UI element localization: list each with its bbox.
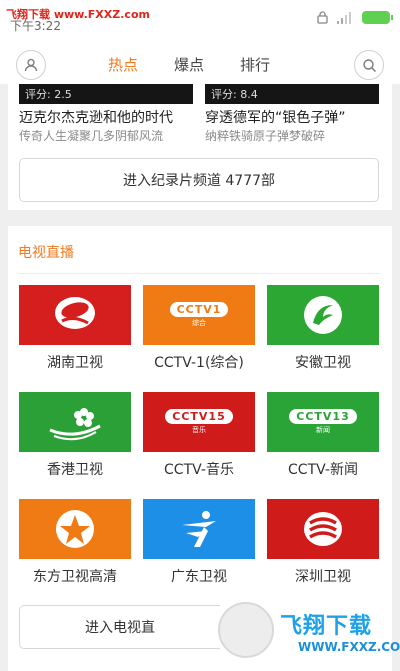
channel-logo	[19, 392, 131, 452]
channel-name: CCTV-音乐	[164, 462, 234, 478]
documentary-channel-button[interactable]: 进入纪录片频道 4777部	[19, 158, 379, 202]
cctv-logo-text: CCTV13	[289, 409, 357, 424]
cctv13-logo-icon: CCTV13 新闻	[289, 409, 357, 435]
movie-subtitle: 传奇人生凝聚几多阴郁风流	[19, 129, 164, 143]
channel-tile-guangdong[interactable]: 广东卫视	[143, 499, 255, 606]
guangdong-logo-icon	[182, 511, 216, 547]
cctv-logo-sub: 综合	[191, 319, 206, 327]
channel-name: 香港卫视	[47, 462, 103, 478]
channel-name: CCTV-新闻	[288, 462, 358, 478]
channel-tile-cctv-news[interactable]: CCTV13 新闻 CCTV-新闻	[267, 392, 379, 499]
channel-logo: CCTV1 综合	[143, 285, 255, 345]
tab-hot[interactable]: 热点	[108, 54, 138, 75]
cctv-logo-text: CCTV15	[165, 409, 233, 424]
channel-tile-hunan[interactable]: 湖南卫视	[19, 285, 131, 392]
channel-name: 广东卫视	[171, 569, 227, 585]
anhui-logo-icon	[304, 296, 342, 334]
shenzhen-logo-icon	[304, 512, 342, 546]
channel-logo: CCTV13 新闻	[267, 392, 379, 452]
signal-icon	[337, 11, 351, 24]
status-bar: 飞翔下载 www.FXXZ.com 下午3:22	[0, 0, 400, 40]
tab-bar: 热点 爆点 排行	[108, 54, 270, 75]
channel-name: 深圳卫视	[295, 569, 351, 585]
channel-tile-anhui[interactable]: 安徽卫视	[267, 285, 379, 392]
channel-logo	[267, 499, 379, 559]
channel-logo	[19, 285, 131, 345]
channel-logo: CCTV15 音乐	[143, 392, 255, 452]
cctv15-logo-icon: CCTV15 音乐	[165, 409, 233, 435]
cctv-logo-text: CCTV1	[169, 302, 229, 317]
tab-ranking[interactable]: 排行	[240, 54, 270, 75]
cctv1-logo-icon: CCTV1 综合	[169, 302, 229, 328]
channel-grid: 湖南卫视 CCTV1 综合 CCTV-1(综合) 安徽卫视 香港卫视 CCTV1…	[19, 285, 380, 606]
movie-thumbnail[interactable]: 评分: 2.5	[19, 84, 193, 104]
movie-rating: 评分: 8.4	[211, 88, 258, 101]
battery-icon	[362, 11, 393, 24]
watermark: 飞翔下载 WWW.FXXZ.COM	[218, 598, 400, 668]
lock-icon	[317, 11, 328, 24]
search-icon	[362, 58, 376, 72]
cctv-logo-sub: 音乐	[191, 426, 206, 434]
watermark-logo-icon	[218, 602, 274, 658]
user-button[interactable]	[16, 50, 46, 80]
tv-channel-button[interactable]: 进入电视直	[19, 605, 220, 649]
status-time: 下午3:22	[10, 19, 61, 33]
channel-name: 湖南卫视	[47, 355, 103, 371]
dongfang-logo-icon	[56, 510, 94, 548]
channel-tile-hongkong[interactable]: 香港卫视	[19, 392, 131, 499]
movie-subtitle: 纳粹铁骑原子弹梦破碎	[205, 129, 326, 143]
search-button[interactable]	[354, 50, 384, 80]
divider	[18, 273, 380, 274]
channel-name: CCTV-1(综合)	[154, 355, 244, 371]
channel-name: 安徽卫视	[295, 355, 351, 371]
user-icon	[24, 58, 38, 72]
channel-name: 东方卫视高清	[33, 569, 117, 585]
tab-trending[interactable]: 爆点	[174, 54, 204, 75]
movie-thumbnail[interactable]: 评分: 8.4	[205, 84, 379, 104]
hongkong-logo-icon	[49, 408, 101, 441]
channel-tile-cctv-music[interactable]: CCTV15 音乐 CCTV-音乐	[143, 392, 255, 499]
channel-tile-shenzhen[interactable]: 深圳卫视	[267, 499, 379, 606]
status-icons	[317, 11, 393, 24]
hunan-logo-icon	[55, 297, 95, 329]
movie-rating: 评分: 2.5	[25, 88, 72, 101]
channel-tile-cctv1[interactable]: CCTV1 综合 CCTV-1(综合)	[143, 285, 255, 392]
watermark-title: 飞翔下载	[280, 614, 373, 639]
channel-tile-dongfang[interactable]: 东方卫视高清	[19, 499, 131, 606]
cctv-logo-sub: 新闻	[315, 426, 330, 434]
channel-logo	[143, 499, 255, 559]
watermark-url: WWW.FXXZ.COM	[298, 640, 400, 654]
movie-title[interactable]: 迈克尔杰克逊和他的时代	[19, 107, 173, 127]
channel-logo	[267, 285, 379, 345]
section-title: 电视直播	[18, 245, 74, 261]
channel-logo	[19, 499, 131, 559]
movie-title[interactable]: 穿透德军的“银色子弹”	[205, 107, 346, 127]
